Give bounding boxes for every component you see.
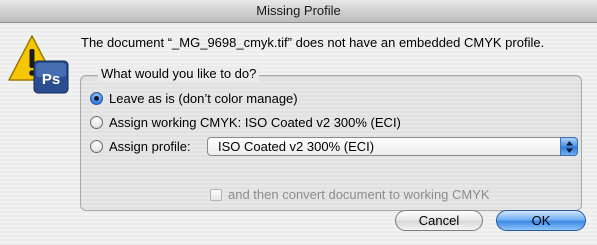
radio-button[interactable] [90,139,103,153]
photoshop-badge-text: Ps [42,71,60,88]
groupbox-title: What would you like to do? [98,66,260,81]
profile-select-value: ISO Coated v2 300% (ECI) [218,139,375,154]
dialog-body: Ps The document “_MG_9698_cmyk.tif” does… [0,23,597,245]
warning-photoshop-icon: Ps [8,33,72,97]
radio-label: Leave as is (don’t color manage) [109,90,298,106]
radio-button-selected[interactable] [90,91,103,105]
convert-checkbox-row[interactable]: and then convert document to working CMY… [210,187,490,202]
cancel-button[interactable]: Cancel [395,210,483,231]
radio-label: Assign profile: [109,138,191,154]
radio-leave-as-is[interactable]: Leave as is (don’t color manage) [90,89,298,107]
window-titlebar[interactable]: Missing Profile [0,0,597,23]
radio-assign-profile[interactable]: Assign profile: [90,137,191,155]
radio-assign-working-cmyk[interactable]: Assign working CMYK: ISO Coated v2 300% … [90,113,401,131]
updown-arrows-icon[interactable] [560,137,578,156]
profile-select[interactable]: ISO Coated v2 300% (ECI) [207,137,578,156]
ok-button[interactable]: OK [496,210,586,231]
window-title: Missing Profile [256,3,341,18]
convert-checkbox-label: and then convert document to working CMY… [228,187,490,202]
radio-label: Assign working CMYK: ISO Coated v2 300% … [109,114,401,130]
radio-button[interactable] [90,115,103,129]
convert-checkbox[interactable] [210,188,222,201]
alert-message: The document “_MG_9698_cmyk.tif” does no… [81,35,545,50]
